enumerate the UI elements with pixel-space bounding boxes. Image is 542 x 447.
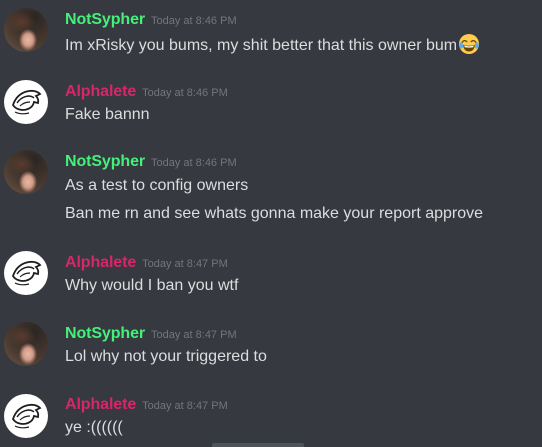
timestamp: Today at 8:46 PM <box>142 87 228 99</box>
timestamp: Today at 8:46 PM <box>151 157 237 169</box>
message-line: Ban me rn and see whats gonna make your … <box>65 203 483 225</box>
message-text: Fake bannn <box>65 106 150 123</box>
wolf-logo-icon <box>12 260 42 286</box>
timestamp: Today at 8:47 PM <box>151 329 237 341</box>
message-line: ye :(((((( <box>65 417 123 439</box>
username[interactable]: Alphalete <box>65 254 136 271</box>
message-line: Why would I ban you wtf <box>65 275 238 297</box>
message-text: Im xRisky you bums, my shit better that … <box>65 37 458 54</box>
message-header: NotSypher Today at 8:46 PM <box>65 9 237 31</box>
message-text: ye :(((((( <box>65 419 123 436</box>
avatar[interactable] <box>4 251 48 295</box>
username[interactable]: Alphalete <box>65 396 136 413</box>
message-text: Ban me rn and see whats gonna make your … <box>65 205 484 222</box>
message-text: Why would I ban you wtf <box>65 277 239 294</box>
message-line: Im xRisky you bums, my shit better that … <box>65 33 480 57</box>
message-header: NotSypher Today at 8:46 PM <box>65 151 237 173</box>
chat-message-list: NotSypher Today at 8:46 PM Im xRisky you … <box>0 0 542 447</box>
joy-emoji-icon <box>459 34 480 54</box>
message-header: NotSypher Today at 8:47 PM <box>65 323 237 345</box>
avatar[interactable] <box>4 150 48 194</box>
timestamp: Today at 8:47 PM <box>142 400 228 412</box>
message-line: Lol why not your triggered to <box>65 346 267 368</box>
avatar[interactable] <box>4 80 48 124</box>
timestamp: Today at 8:47 PM <box>142 258 228 270</box>
message-header: Alphalete Today at 8:47 PM <box>65 394 228 416</box>
message-text: As a test to config owners <box>65 177 249 194</box>
message-text: Lol why not your triggered to <box>65 348 267 365</box>
username[interactable]: NotSypher <box>65 153 145 170</box>
avatar[interactable] <box>4 322 48 366</box>
message-line: Fake bannn <box>65 104 150 126</box>
avatar[interactable] <box>4 394 48 438</box>
username[interactable]: Alphalete <box>65 83 136 100</box>
wolf-logo-icon <box>12 89 42 115</box>
username[interactable]: NotSypher <box>65 11 145 28</box>
message-header: Alphalete Today at 8:47 PM <box>65 252 228 274</box>
scroll-indicator[interactable] <box>212 443 304 447</box>
message-header: Alphalete Today at 8:46 PM <box>65 81 228 103</box>
username[interactable]: NotSypher <box>65 325 145 342</box>
message-line: As a test to config owners <box>65 175 248 197</box>
wolf-logo-icon <box>12 403 42 429</box>
avatar[interactable] <box>4 8 48 52</box>
timestamp: Today at 8:46 PM <box>151 15 237 27</box>
